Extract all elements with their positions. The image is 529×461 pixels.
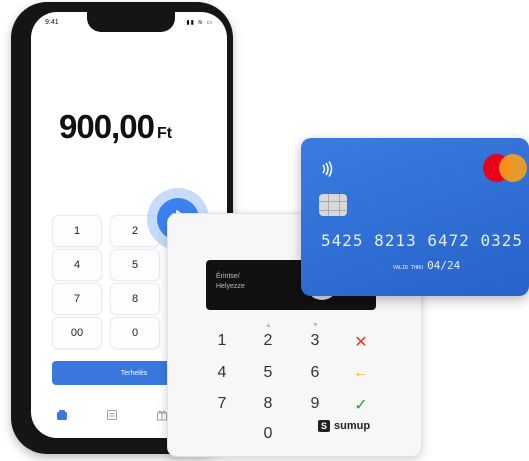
reader-display-text: Érintse/ Helyezze xyxy=(216,272,245,292)
reader-display-line2: Helyezze xyxy=(216,283,245,290)
reader-correct-key[interactable]: ← xyxy=(349,364,373,382)
expiry-date: 04/24 xyxy=(427,259,461,272)
reader-key-6[interactable]: 6 xyxy=(303,364,327,382)
key-0[interactable]: 0 xyxy=(110,317,160,349)
home-tab-icon[interactable] xyxy=(56,408,68,426)
reader-cancel-key[interactable]: ✕ xyxy=(349,332,373,352)
reader-key-3[interactable]: 3 xyxy=(303,332,327,350)
status-icons: ▮▮ ≋ ▭ xyxy=(186,20,213,26)
mastercard-logo xyxy=(483,154,527,182)
sumup-wordmark: sumup xyxy=(334,420,371,432)
key-8[interactable]: 8 xyxy=(110,283,160,315)
amount-display: 900,00 Ft xyxy=(59,108,172,146)
sumup-logo: S sumup xyxy=(318,420,370,432)
reader-confirm-key[interactable]: ✓ xyxy=(349,395,373,415)
mastercard-orange-circle xyxy=(499,154,527,182)
reader-key-8[interactable]: 8 xyxy=(256,395,280,413)
card-number: 5425 8213 6472 0325 xyxy=(321,231,524,250)
card-contactless-icon xyxy=(319,160,337,183)
key-00[interactable]: 00 xyxy=(52,317,102,349)
reader-key-1[interactable]: 1 xyxy=(210,332,234,350)
list-tab-icon[interactable] xyxy=(106,408,118,426)
amount-value: 900,00 xyxy=(59,108,155,145)
bank-card: 5425 8213 6472 0325 VALID THRU 04/24 xyxy=(301,138,529,296)
reader-key-4[interactable]: 4 xyxy=(210,364,234,382)
scroll-up-indicator: ▲ xyxy=(265,322,272,329)
reader-key-7[interactable]: 7 xyxy=(210,395,234,413)
reader-key-2[interactable]: 2 xyxy=(256,332,280,350)
reader-key-5[interactable]: 5 xyxy=(256,364,280,382)
card-expiry: VALID THRU 04/24 xyxy=(393,259,460,272)
chip-icon xyxy=(319,194,347,216)
reader-key-0[interactable]: 0 xyxy=(256,425,280,443)
phone-notch xyxy=(87,12,175,32)
status-time: 9:41 xyxy=(45,19,59,26)
key-1[interactable]: 1 xyxy=(52,215,102,247)
valid-thru-label: VALID THRU xyxy=(393,265,424,271)
key-7[interactable]: 7 xyxy=(52,283,102,315)
key-5[interactable]: 5 xyxy=(110,249,160,281)
reader-display-line1: Érintse/ xyxy=(216,273,240,280)
key-4[interactable]: 4 xyxy=(52,249,102,281)
sumup-mark-icon: S xyxy=(318,420,330,432)
scroll-down-indicator: ▼ xyxy=(312,322,319,329)
reader-key-9[interactable]: 9 xyxy=(303,395,327,413)
amount-currency: Ft xyxy=(156,125,173,142)
